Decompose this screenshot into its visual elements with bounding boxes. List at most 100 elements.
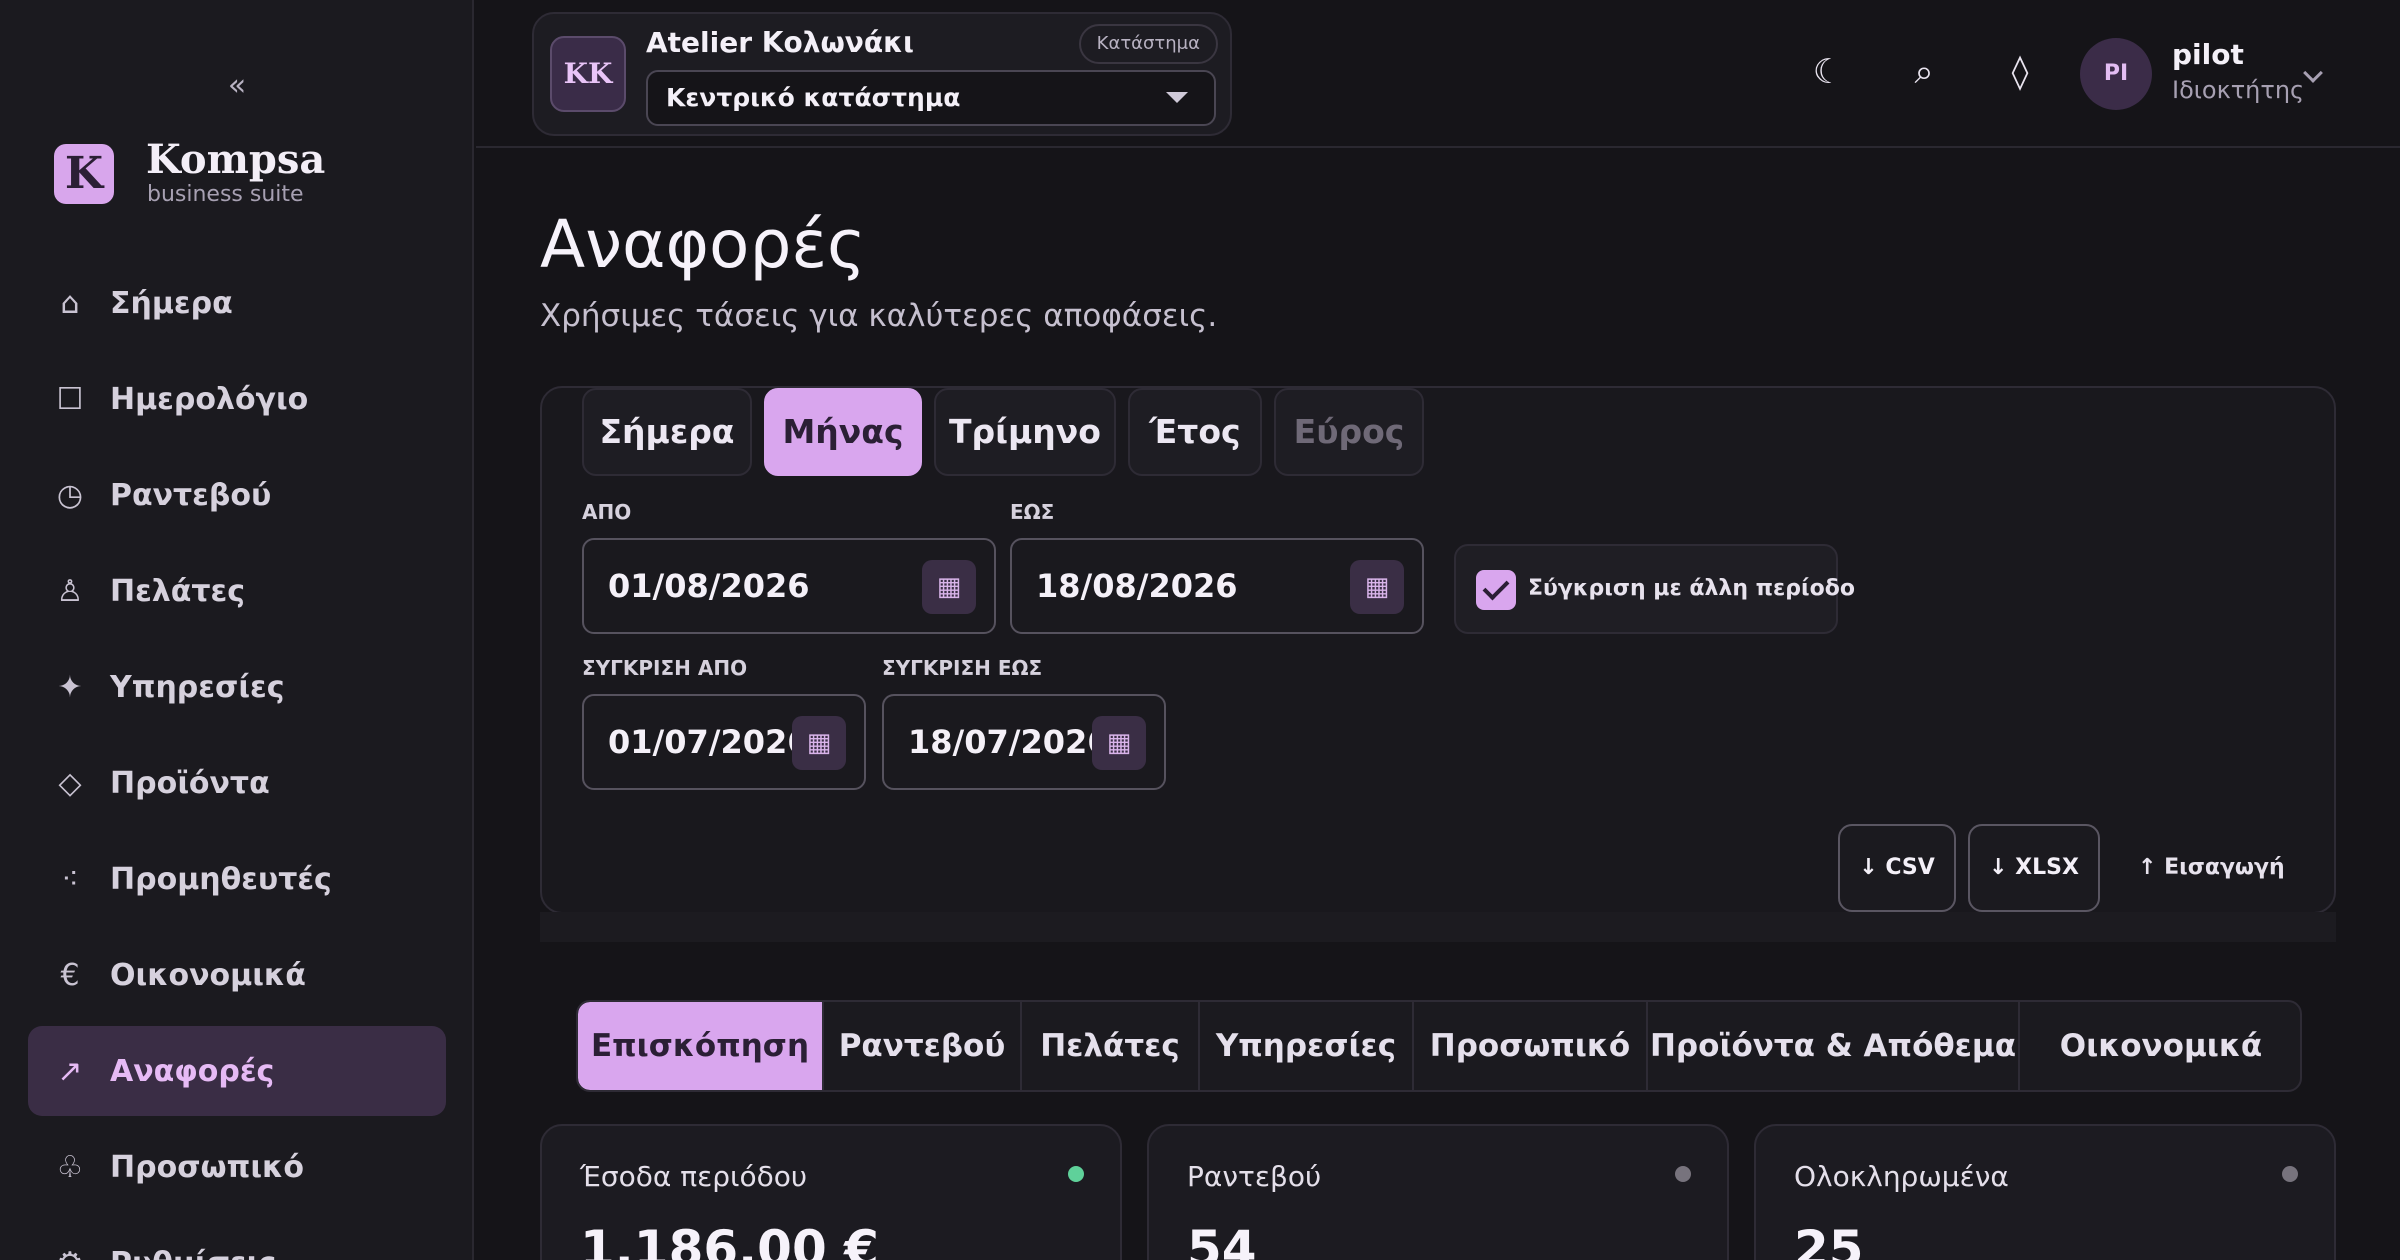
- sidebar-item-label: Οικονομικά: [110, 957, 306, 993]
- compare-from-field[interactable]: 01/07/2026 ▦: [582, 694, 866, 790]
- sidebar: « K Kompsa business suite ⌂ Σήμερα ☐ Ημερο…: [0, 0, 474, 1260]
- topbar: KK Atelier Κολωνάκι Κατάστημα Κεντρικό κ…: [476, 0, 2400, 148]
- calendar-icon[interactable]: ▦: [1350, 560, 1404, 614]
- diamond-icon: ◇: [58, 765, 82, 801]
- sidebar-item-settings[interactable]: ⚙ Ρυθμίσεις: [28, 1218, 446, 1260]
- calendar-icon[interactable]: ▦: [922, 560, 976, 614]
- user-role: Ιδιοκτήτης: [2172, 76, 2305, 104]
- compare-from-label: ΣΥΓΚΡΙΣΗ ΑΠΟ: [582, 656, 748, 680]
- tab-staff[interactable]: Προσωπικό: [1414, 1002, 1648, 1090]
- store-switcher: KK Atelier Κολωνάκι Κατάστημα Κεντρικό κ…: [532, 12, 1232, 136]
- clock-icon: ◷: [56, 477, 84, 513]
- sidebar-item-suppliers[interactable]: ⁖ Προμηθευτές: [28, 834, 446, 924]
- sidebar-item-finance[interactable]: € Οικονομικά: [28, 930, 446, 1020]
- tab-services[interactable]: Υπηρεσίες: [1200, 1002, 1414, 1090]
- gear-icon: ⚙: [52, 1246, 88, 1260]
- calendar-icon[interactable]: ▦: [1092, 716, 1146, 770]
- sidebar-item-label: Προμηθευτές: [110, 861, 332, 897]
- sparkle-icon: ✦: [57, 669, 83, 705]
- sidebar-item-calendar[interactable]: ☐ Ημερολόγιο: [28, 354, 446, 444]
- home-icon: ⌂: [60, 285, 80, 321]
- store-avatar: KK: [550, 36, 626, 112]
- dots-icon: ⁖: [61, 861, 79, 897]
- diamond-icon[interactable]: ◊: [1998, 50, 2042, 94]
- sidebar-item-label: Πελάτες: [110, 573, 246, 609]
- person-icon: ♙: [56, 573, 84, 609]
- store-select[interactable]: Κεντρικό κατάστημα: [646, 70, 1216, 126]
- store-name: Atelier Κολωνάκι: [646, 26, 914, 59]
- to-date-value: 18/08/2026: [1036, 567, 1238, 605]
- to-date-label: ΕΩΣ: [1010, 500, 1055, 524]
- tab-products-stock[interactable]: Προϊόντα & Απόθεμα: [1648, 1002, 2020, 1090]
- compare-period-label: Σύγκριση με άλλη περίοδο: [1528, 576, 1855, 601]
- sidebar-item-label: Ρυθμίσεις: [110, 1246, 276, 1260]
- tab-appointments[interactable]: Ραντεβού: [824, 1002, 1022, 1090]
- to-date-field[interactable]: 18/08/2026 ▦: [1010, 538, 1424, 634]
- brand-subtitle: business suite: [147, 182, 304, 207]
- brand-logo: K: [54, 144, 114, 204]
- kpi-value: 1.186,00 €: [580, 1220, 879, 1260]
- kpi-card-completed: Ολοκληρωμένα 25: [1754, 1124, 2336, 1260]
- sidebar-nav: ⌂ Σήμερα ☐ Ημερολόγιο ◷ Ραντεβού ♙ Πελάτες ✦…: [28, 258, 446, 1260]
- compare-period-toggle[interactable]: Σύγκριση με άλλη περίοδο: [1454, 544, 1855, 634]
- kpi-value: 25: [1794, 1220, 1864, 1260]
- tab-overview[interactable]: Επισκόπηση: [578, 1002, 824, 1090]
- sidebar-item-appointments[interactable]: ◷ Ραντεβού: [28, 450, 446, 540]
- sidebar-item-label: Αναφορές: [110, 1053, 275, 1089]
- sidebar-item-label: Σήμερα: [110, 285, 233, 321]
- chevron-down-icon: [1166, 92, 1188, 103]
- moon-icon[interactable]: ☾: [1806, 50, 1850, 94]
- sidebar-item-label: Ημερολόγιο: [110, 381, 309, 417]
- tab-clients[interactable]: Πελάτες: [1022, 1002, 1200, 1090]
- compare-checkbox[interactable]: [1476, 570, 1516, 610]
- sidebar-item-services[interactable]: ✦ Υπηρεσίες: [28, 642, 446, 732]
- store-type-badge: Κατάστημα: [1078, 24, 1218, 64]
- kpi-label: Ραντεβού: [1187, 1160, 1322, 1193]
- period-tab-today[interactable]: Σήμερα: [582, 388, 752, 476]
- brand-name: Kompsa: [146, 136, 326, 183]
- chevron-down-icon[interactable]: [2303, 63, 2323, 83]
- search-icon[interactable]: ⌕: [1902, 50, 1946, 94]
- compare-to-label: ΣΥΓΚΡΙΣΗ ΕΩΣ: [882, 656, 1043, 680]
- from-date-value: 01/08/2026: [608, 567, 810, 605]
- kpi-card-appointments: Ραντεβού 54: [1147, 1124, 1729, 1260]
- calendar-icon[interactable]: ▦: [792, 716, 846, 770]
- from-date-label: ΑΠΟ: [582, 500, 632, 524]
- kpi-value: 54: [1187, 1220, 1257, 1260]
- from-date-field[interactable]: 01/08/2026 ▦: [582, 538, 996, 634]
- period-tab-quarter[interactable]: Τρίμηνο: [934, 388, 1116, 476]
- kpi-status-dot: [1068, 1166, 1084, 1182]
- import-button[interactable]: ↑ Εισαγωγή: [2138, 824, 2285, 912]
- tab-finance[interactable]: Οικονομικά: [2020, 1002, 2300, 1090]
- trend-arrow-icon: ↗: [57, 1053, 83, 1089]
- calendar-icon: ☐: [56, 381, 84, 417]
- kpi-card-revenue: Έσοδα περιόδου 1.186,00 €: [540, 1124, 1122, 1260]
- period-tab-month[interactable]: Μήνας: [764, 388, 922, 476]
- sidebar-item-reports[interactable]: ↗ Αναφορές: [28, 1026, 446, 1116]
- page-subtitle: Χρήσιμες τάσεις για καλύτερες αποφάσεις.: [540, 298, 1218, 334]
- sidebar-item-clients[interactable]: ♙ Πελάτες: [28, 546, 446, 636]
- kpi-status-dot: [1675, 1166, 1691, 1182]
- sidebar-item-staff[interactable]: ♧ Προσωπικό: [28, 1122, 446, 1212]
- export-xlsx-button[interactable]: ↓ XLSX: [1968, 824, 2100, 912]
- period-tab-year[interactable]: Έτος: [1128, 388, 1262, 476]
- compare-from-value: 01/07/2026: [608, 723, 810, 761]
- period-tab-range[interactable]: Εύρος: [1274, 388, 1424, 476]
- sidebar-item-today[interactable]: ⌂ Σήμερα: [28, 258, 446, 348]
- euro-icon: €: [60, 957, 80, 993]
- kpi-label: Έσοδα περιόδου: [580, 1160, 808, 1193]
- kpi-label: Ολοκληρωμένα: [1794, 1160, 2009, 1193]
- staff-icon: ♧: [56, 1149, 84, 1185]
- report-section-tabs: Επισκόπηση Ραντεβού Πελάτες Υπηρεσίες Πρ…: [576, 1000, 2302, 1092]
- collapse-sidebar-button[interactable]: «: [222, 66, 252, 106]
- report-filters-panel: Σήμερα Μήνας Τρίμηνο Έτος Εύρος ΑΠΟ 01/0…: [540, 386, 2336, 942]
- page-title: Αναφορές: [540, 206, 866, 283]
- sidebar-item-label: Ραντεβού: [110, 477, 272, 513]
- compare-to-field[interactable]: 18/07/2026 ▦: [882, 694, 1166, 790]
- avatar[interactable]: PI: [2080, 38, 2152, 110]
- export-csv-button[interactable]: ↓ CSV: [1838, 824, 1956, 912]
- user-name[interactable]: pilot: [2172, 38, 2244, 71]
- sidebar-item-label: Προϊόντα: [110, 765, 270, 801]
- store-select-value: Κεντρικό κατάστημα: [666, 83, 961, 112]
- sidebar-item-products[interactable]: ◇ Προϊόντα: [28, 738, 446, 828]
